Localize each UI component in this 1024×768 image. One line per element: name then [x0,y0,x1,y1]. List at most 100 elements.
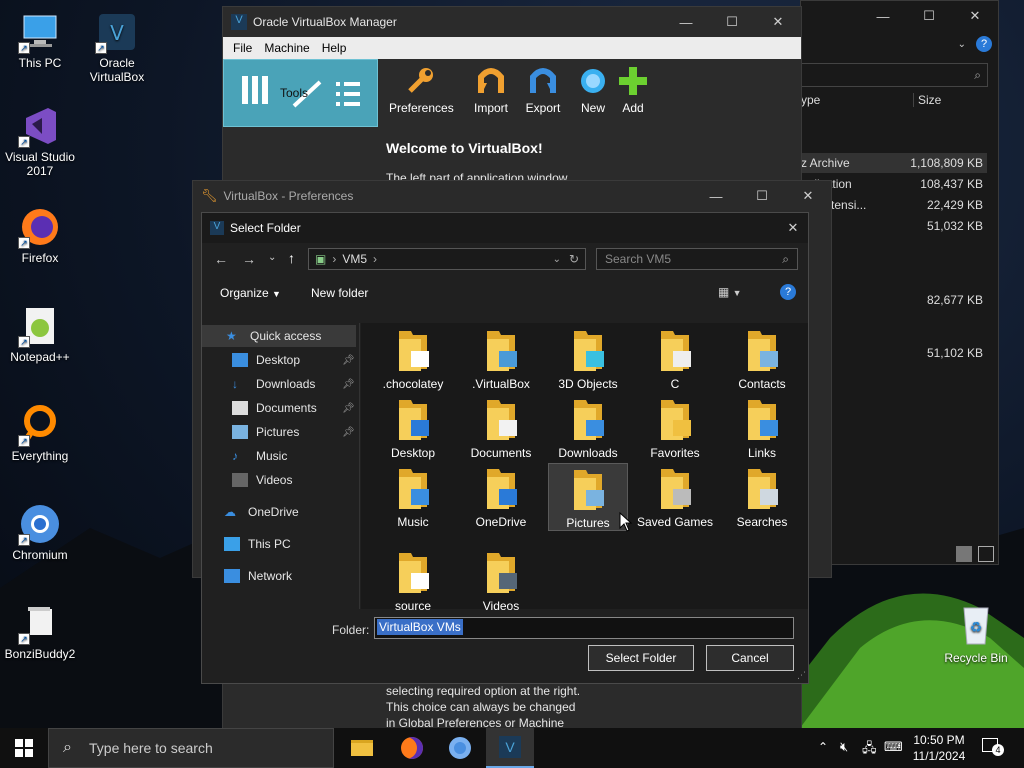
chevron-down-icon[interactable]: ⌄ [958,39,966,50]
volume-muted-icon[interactable]: 🔇︎ [840,739,848,755]
mouse-cursor-icon [619,512,633,532]
back-arrow-icon[interactable]: ← [214,251,228,267]
sidebar-item-network[interactable]: Network [224,565,292,587]
sidebar-item-downloads[interactable]: ↓ Downloads [232,373,315,395]
menu-file[interactable]: File [227,41,258,55]
desktop-icon-notepad-plus[interactable]: ↗ Notepad++ [0,304,80,364]
folder-item[interactable]: C [635,329,715,391]
menu-machine[interactable]: Machine [258,41,315,55]
maximize-button[interactable]: ☐ [906,1,952,31]
taskbar: ⌕ Type here to search V ⌃ 🔇︎ 🖧 ⌨ 10:50 P… [0,728,1024,768]
table-row[interactable]: z Archive 1,108,809 KB [801,153,987,173]
taskbar-firefox[interactable] [388,728,436,768]
chromium-icon [449,737,471,759]
sidebar-item-desktop[interactable]: Desktop [232,349,300,371]
import-button[interactable]: Import [467,65,515,115]
view-options-icon[interactable]: ▦ ▼ [718,285,742,299]
breadcrumb-vm5[interactable]: VM5 [342,252,367,266]
folder-item[interactable]: Downloads [548,398,628,460]
desktop-icon-visual-studio[interactable]: ↗ Visual Studio 2017 [0,104,80,178]
sidebar-item-music[interactable]: ♪ Music [232,445,287,467]
organize-button[interactable]: Organize ▼ [220,286,281,300]
desktop-icon-this-pc[interactable]: ↗ This PC [0,10,80,70]
folder-item[interactable]: Contacts [722,329,802,391]
taskbar-chromium[interactable] [436,728,484,768]
pin-icon: 📌︎ [342,427,355,438]
details-view-icon[interactable] [956,546,972,562]
folder-item[interactable]: .VirtualBox [461,329,541,391]
help-icon[interactable]: ? [976,36,992,52]
folder-item[interactable]: Pictures [548,463,628,531]
new-folder-button[interactable]: New folder [311,286,368,300]
close-button[interactable]: ✕ [778,213,808,243]
show-hidden-icons-chevron-icon[interactable]: ⌃ [818,740,828,754]
minimize-button[interactable]: — [860,1,906,31]
folder-item[interactable]: Favorites [635,398,715,460]
desktop-icon-virtualbox[interactable]: V ↗ Oracle VirtualBox [77,10,157,84]
close-button[interactable]: ✕ [952,1,998,31]
folder-item[interactable]: Desktop [373,398,453,460]
sidebar-item-pictures[interactable]: Pictures [232,421,299,443]
folder-item[interactable]: .chocolatey [373,329,453,391]
sidebar-item-quick-access[interactable]: ★ Quick access [202,325,356,347]
desktop-icon-bonzibuddy[interactable]: ↗ BonziBuddy2 [0,601,80,661]
select-folder-button[interactable]: Select Folder [588,645,694,671]
dialog-titlebar[interactable]: V Select Folder ✕ [202,213,808,243]
vbm-titlebar[interactable]: V Oracle VirtualBox Manager — ☐ ✕ [223,7,801,37]
minimize-button[interactable]: — [663,7,709,37]
export-button[interactable]: Export [519,65,567,115]
sidebar-item-documents[interactable]: Documents [232,397,317,419]
address-dropdown-icon[interactable]: ⌄ [553,254,561,265]
folder-item[interactable]: Saved Games [635,467,715,529]
notification-center-button[interactable]: 4 [982,738,1006,758]
resize-grip-icon[interactable]: ⋰ [797,670,806,681]
search-input[interactable]: Search VM5 ⌕ [596,248,798,270]
folder-item[interactable]: source [373,551,453,613]
svg-text:V: V [110,21,124,45]
folder-item[interactable]: Links [722,398,802,460]
tools-panel[interactable]: Tools [223,59,378,127]
desktop-icon-recycle-bin[interactable]: ♻ Recycle Bin [936,600,1016,665]
tiles-view-icon[interactable] [978,546,994,562]
clock[interactable]: 10:50 PM 11/1/2024 [900,732,978,764]
up-arrow-icon[interactable]: ↑ [288,250,295,266]
folder-item[interactable]: Documents [461,398,541,460]
start-button[interactable] [0,728,48,768]
menu-help[interactable]: Help [316,41,353,55]
network-status-icon[interactable]: 🖧 [862,739,877,761]
desktop-icon-everything[interactable]: ↗ Everything [0,403,80,463]
column-header-type[interactable]: ype [801,93,820,107]
maximize-button[interactable]: ☐ [709,7,755,37]
explorer-search-input[interactable]: ⌕ [801,63,988,87]
preferences-button[interactable]: Preferences [389,65,454,115]
sidebar-item-onedrive[interactable]: ☁ OneDrive [224,501,299,523]
column-header-size[interactable]: Size [913,93,941,107]
add-button[interactable]: Add [615,65,651,115]
forward-arrow-icon[interactable]: → [242,251,256,267]
refresh-icon[interactable]: ↻ [569,252,579,266]
taskbar-virtualbox[interactable]: V [486,728,534,768]
folder-name-input[interactable]: VirtualBox VMs [374,617,794,639]
preferences-titlebar[interactable]: 🔧︎ VirtualBox - Preferences — ☐ ✕ [193,181,831,211]
sidebar-item-videos[interactable]: Videos [232,469,292,491]
folder-icon [748,400,778,440]
close-button[interactable]: ✕ [785,181,831,211]
desktop-icon-firefox[interactable]: ↗ Firefox [0,205,80,265]
folder-item[interactable]: OneDrive [461,467,541,529]
minimize-button[interactable]: — [693,181,739,211]
sidebar-item-this-pc[interactable]: This PC [224,533,291,555]
taskbar-file-explorer[interactable] [338,728,386,768]
close-button[interactable]: ✕ [755,7,801,37]
help-icon[interactable]: ? [780,284,796,300]
folder-item[interactable]: 3D Objects [548,329,628,391]
maximize-button[interactable]: ☐ [739,181,785,211]
taskbar-search-input[interactable]: ⌕ Type here to search [48,728,334,768]
desktop-icon-chromium[interactable]: ↗ Chromium [0,502,80,562]
folder-item[interactable]: Music [373,467,453,529]
recent-chevron-icon[interactable]: ⌄ [268,252,276,263]
new-button[interactable]: New [573,65,613,115]
folder-item[interactable]: Searches [722,467,802,529]
folder-item[interactable]: Videos [461,551,541,613]
cancel-button[interactable]: Cancel [706,645,794,671]
address-bar[interactable]: ▣ › VM5 › ⌄ ↻ [308,248,586,270]
